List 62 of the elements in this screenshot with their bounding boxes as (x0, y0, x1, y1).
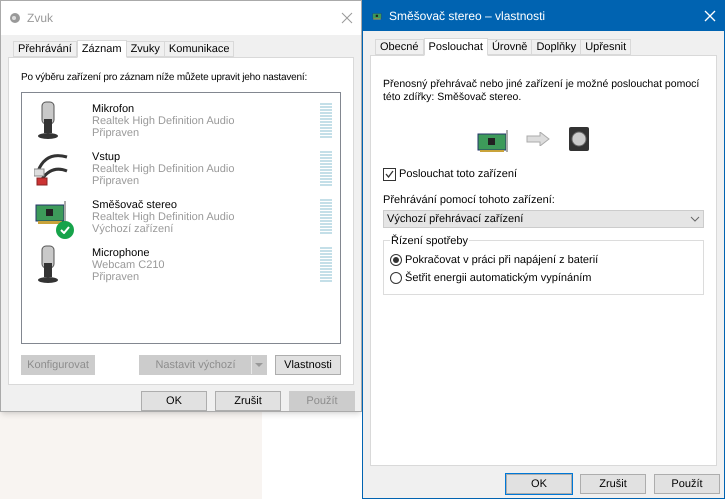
device-status: Výchozí zařízení (92, 223, 174, 235)
device-item[interactable]: Mikrofon Realtek High Definition Audio Připraven (22, 97, 340, 145)
close-icon (341, 12, 353, 24)
device-item[interactable]: Microphone Webcam C210 Připraven (22, 241, 340, 289)
description-text: Přenosný přehrávač nebo jiné zařízení je možné poslouchat pomocí této zdířky: Směšovač stereo. (383, 78, 700, 104)
window-title: Zvuk (27, 10, 54, 27)
radio-option[interactable]: Šetřit energii automatickým vypínáním (390, 269, 697, 287)
level-meter-icon (320, 151, 332, 187)
tab[interactable]: Zvuky (126, 41, 165, 57)
tab[interactable]: Komunikace (164, 41, 234, 57)
device-item[interactable]: Vstup Realtek High Definition Audio Připraven (22, 145, 340, 193)
level-meter-icon (320, 199, 332, 235)
dropdown-value: Výchozí přehrávací zařízení (387, 212, 524, 227)
device-item[interactable]: Směšovač stereo Realtek High Definition Audio Výchozí zařízení (22, 193, 340, 241)
radio-button[interactable] (390, 254, 402, 266)
checkmark-icon (385, 170, 394, 178)
device-driver: Realtek High Definition Audio (92, 211, 236, 223)
tab[interactable]: Poslouchat (424, 38, 488, 56)
radio-label: Pokračovat v práci při napájení z baterií (405, 252, 598, 268)
dialog-button[interactable]: Zrušit (580, 474, 646, 494)
dropdown[interactable]: Výchozí přehrávací zařízení (383, 210, 704, 228)
tab[interactable]: Úrovně (486, 39, 532, 55)
checkbox-box[interactable] (383, 168, 396, 181)
checkmark-icon (60, 226, 70, 234)
device-name: Vstup (92, 151, 122, 163)
speaker-icon (9, 12, 21, 24)
right-arrow-icon (526, 132, 550, 146)
radio-label: Šetřit energii automatickým vypínáním (405, 270, 592, 286)
radio-button[interactable] (390, 272, 402, 284)
level-meter-icon (320, 103, 332, 139)
checkbox-label: Poslouchat toto zařízení (399, 167, 518, 182)
window-title: Směšovač stereo – vlastnosti (389, 8, 546, 25)
level-meter-icon (320, 247, 332, 283)
tab[interactable]: Doplňky (531, 39, 582, 55)
dialog-button[interactable]: Použít (654, 474, 720, 494)
checkbox[interactable]: Poslouchat toto zařízení (383, 166, 704, 182)
tab[interactable]: Přehrávání (13, 41, 77, 57)
speaker-icon (568, 126, 592, 152)
button-label: Nastavit výchozí (140, 356, 252, 374)
chevron-down-icon (690, 216, 700, 222)
device-status: Připraven (92, 271, 140, 283)
instruction-text: Po výběru zařízení pro záznam níže můžete upravit jeho nastavení: (21, 71, 308, 85)
tab[interactable]: Záznam (76, 40, 127, 58)
tab[interactable]: Upřesnit (580, 39, 632, 55)
dialog-button[interactable]: OK (506, 474, 572, 494)
device-name: Mikrofon (92, 103, 136, 115)
dialog-button[interactable]: OK (141, 391, 207, 411)
tab[interactable]: Obecné (375, 39, 424, 55)
radio-option[interactable]: Pokračovat v práci při napájení z baterií (390, 251, 697, 269)
dialog-button[interactable]: Vlastnosti (275, 355, 341, 375)
close-icon (704, 10, 716, 22)
device-name: Směšovač stereo (92, 199, 178, 211)
device-status: Připraven (92, 175, 140, 187)
dialog-button[interactable]: Zrušit (215, 391, 281, 411)
device-driver: Realtek High Definition Audio (92, 163, 236, 175)
group-title: Řízení spotřeby (390, 233, 470, 250)
device-name: Microphone (92, 247, 150, 259)
device-status: Připraven (92, 127, 140, 139)
field-label: Přehrávání pomocí tohoto zařízení: (383, 192, 556, 208)
device-driver: Webcam C210 (92, 259, 166, 271)
device-driver: Realtek High Definition Audio (92, 115, 236, 127)
sound-card-icon (371, 11, 383, 21)
